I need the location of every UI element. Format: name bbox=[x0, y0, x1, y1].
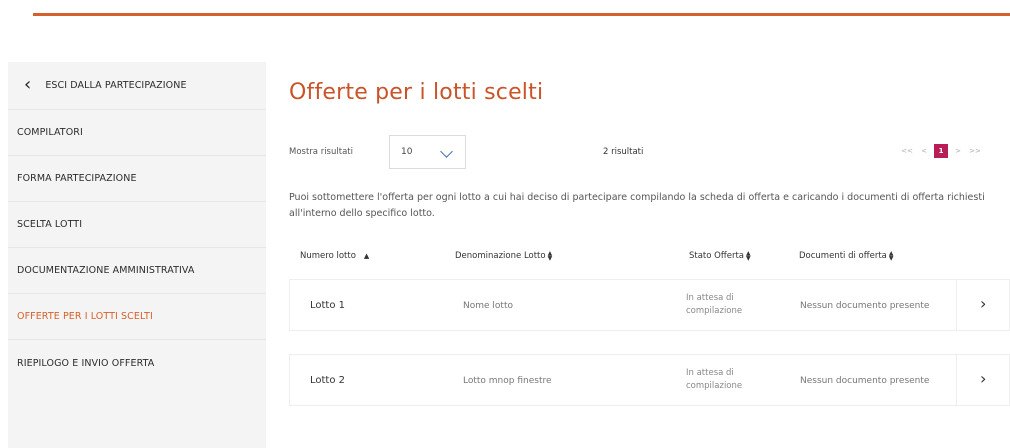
next-page-button[interactable]: > bbox=[951, 144, 965, 158]
page-title: Offerte per i lotti scelti bbox=[289, 80, 544, 105]
sidebar-item-label: DOCUMENTAZIONE AMMINISTRATIVA bbox=[17, 265, 195, 276]
results-count: 2 risultati bbox=[603, 147, 644, 157]
sidebar-item-forma-partecipazione[interactable]: FORMA PARTECIPAZIONE bbox=[8, 156, 266, 202]
chevron-left-icon: ‹ bbox=[24, 73, 32, 95]
pagination: << < 1 > >> bbox=[900, 144, 982, 158]
column-header-denominazione[interactable]: Denominazione Lotto ▲ ▼ bbox=[455, 250, 553, 262]
divider bbox=[956, 280, 957, 330]
sort-icon: ▲ ▼ bbox=[888, 250, 894, 262]
results-per-page-select[interactable]: 10 bbox=[389, 135, 466, 169]
sidebar-item-label: FORMA PARTECIPAZIONE bbox=[17, 173, 137, 184]
table-header: Numero lotto ▲ Denominazione Lotto ▲ ▼ St… bbox=[0, 251, 1010, 263]
offer-documents: Nessun documento presente bbox=[800, 376, 930, 386]
column-header-documenti[interactable]: Documenti di offerta ▲ ▼ bbox=[799, 250, 894, 262]
exit-label: ESCI DALLA PARTECIPAZIONE bbox=[45, 80, 187, 91]
sort-icon: ▲ ▼ bbox=[547, 250, 553, 262]
instructions-text: Puoi sottomettere l'offerta per ogni lot… bbox=[289, 192, 985, 219]
divider bbox=[956, 355, 957, 405]
prev-page-button[interactable]: < bbox=[917, 144, 931, 158]
column-header-numero[interactable]: Numero lotto ▲ bbox=[300, 251, 369, 261]
table-row[interactable]: Lotto 2 Lotto mnop finestre In attesa di… bbox=[289, 354, 1010, 406]
sidebar-item-riepilogo-invio[interactable]: RIEPILOGO E INVIO OFFERTA bbox=[8, 340, 266, 386]
column-header-label: Stato Offerta bbox=[689, 251, 744, 261]
sidebar-item-label: OFFERTE PER I LOTTI SCELTI bbox=[17, 311, 153, 322]
lotto-name: Lotto mnop finestre bbox=[463, 376, 552, 386]
chevron-right-icon[interactable]: › bbox=[980, 296, 990, 312]
column-header-label: Numero lotto bbox=[300, 251, 356, 261]
chevron-right-icon[interactable]: › bbox=[980, 371, 990, 387]
column-header-stato[interactable]: Stato Offerta ▲ ▼ bbox=[689, 250, 751, 262]
sidebar-item-label: SCELTA LOTTI bbox=[17, 219, 83, 230]
sidebar-item-label: COMPILATORI bbox=[17, 127, 83, 138]
offer-status: In attesa di compilazione bbox=[686, 368, 743, 391]
lotto-number: Lotto 1 bbox=[310, 300, 346, 311]
column-header-label: Denominazione Lotto bbox=[455, 251, 546, 261]
sidebar-item-compilatori[interactable]: COMPILATORI bbox=[8, 110, 266, 156]
first-page-button[interactable]: << bbox=[900, 144, 914, 158]
current-page-button[interactable]: 1 bbox=[934, 144, 948, 158]
sort-icon: ▲ ▼ bbox=[745, 250, 751, 262]
results-per-page-label: Mostra risultati bbox=[289, 147, 353, 157]
sidebar-item-label: RIEPILOGO E INVIO OFFERTA bbox=[17, 357, 155, 369]
chevron-down-icon bbox=[440, 145, 453, 158]
column-header-label: Documenti di offerta bbox=[799, 251, 887, 261]
results-per-page-value: 10 bbox=[401, 147, 413, 157]
lotto-name: Nome lotto bbox=[463, 301, 513, 311]
lotto-number: Lotto 2 bbox=[310, 375, 346, 386]
exit-participation-link[interactable]: ‹ ESCI DALLA PARTECIPAZIONE bbox=[8, 62, 266, 110]
offer-status: In attesa di compilazione bbox=[686, 293, 743, 316]
offer-documents: Nessun documento presente bbox=[800, 301, 930, 311]
top-accent-bar bbox=[33, 13, 1010, 16]
table-row[interactable]: Lotto 1 Nome lotto In attesa di compilaz… bbox=[289, 279, 1010, 331]
last-page-button[interactable]: >> bbox=[968, 144, 982, 158]
sort-asc-icon: ▲ bbox=[363, 252, 370, 260]
sidebar-item-offerte-lotti[interactable]: OFFERTE PER I LOTTI SCELTI bbox=[8, 294, 266, 340]
sidebar-item-scelta-lotti[interactable]: SCELTA LOTTI bbox=[8, 202, 266, 248]
